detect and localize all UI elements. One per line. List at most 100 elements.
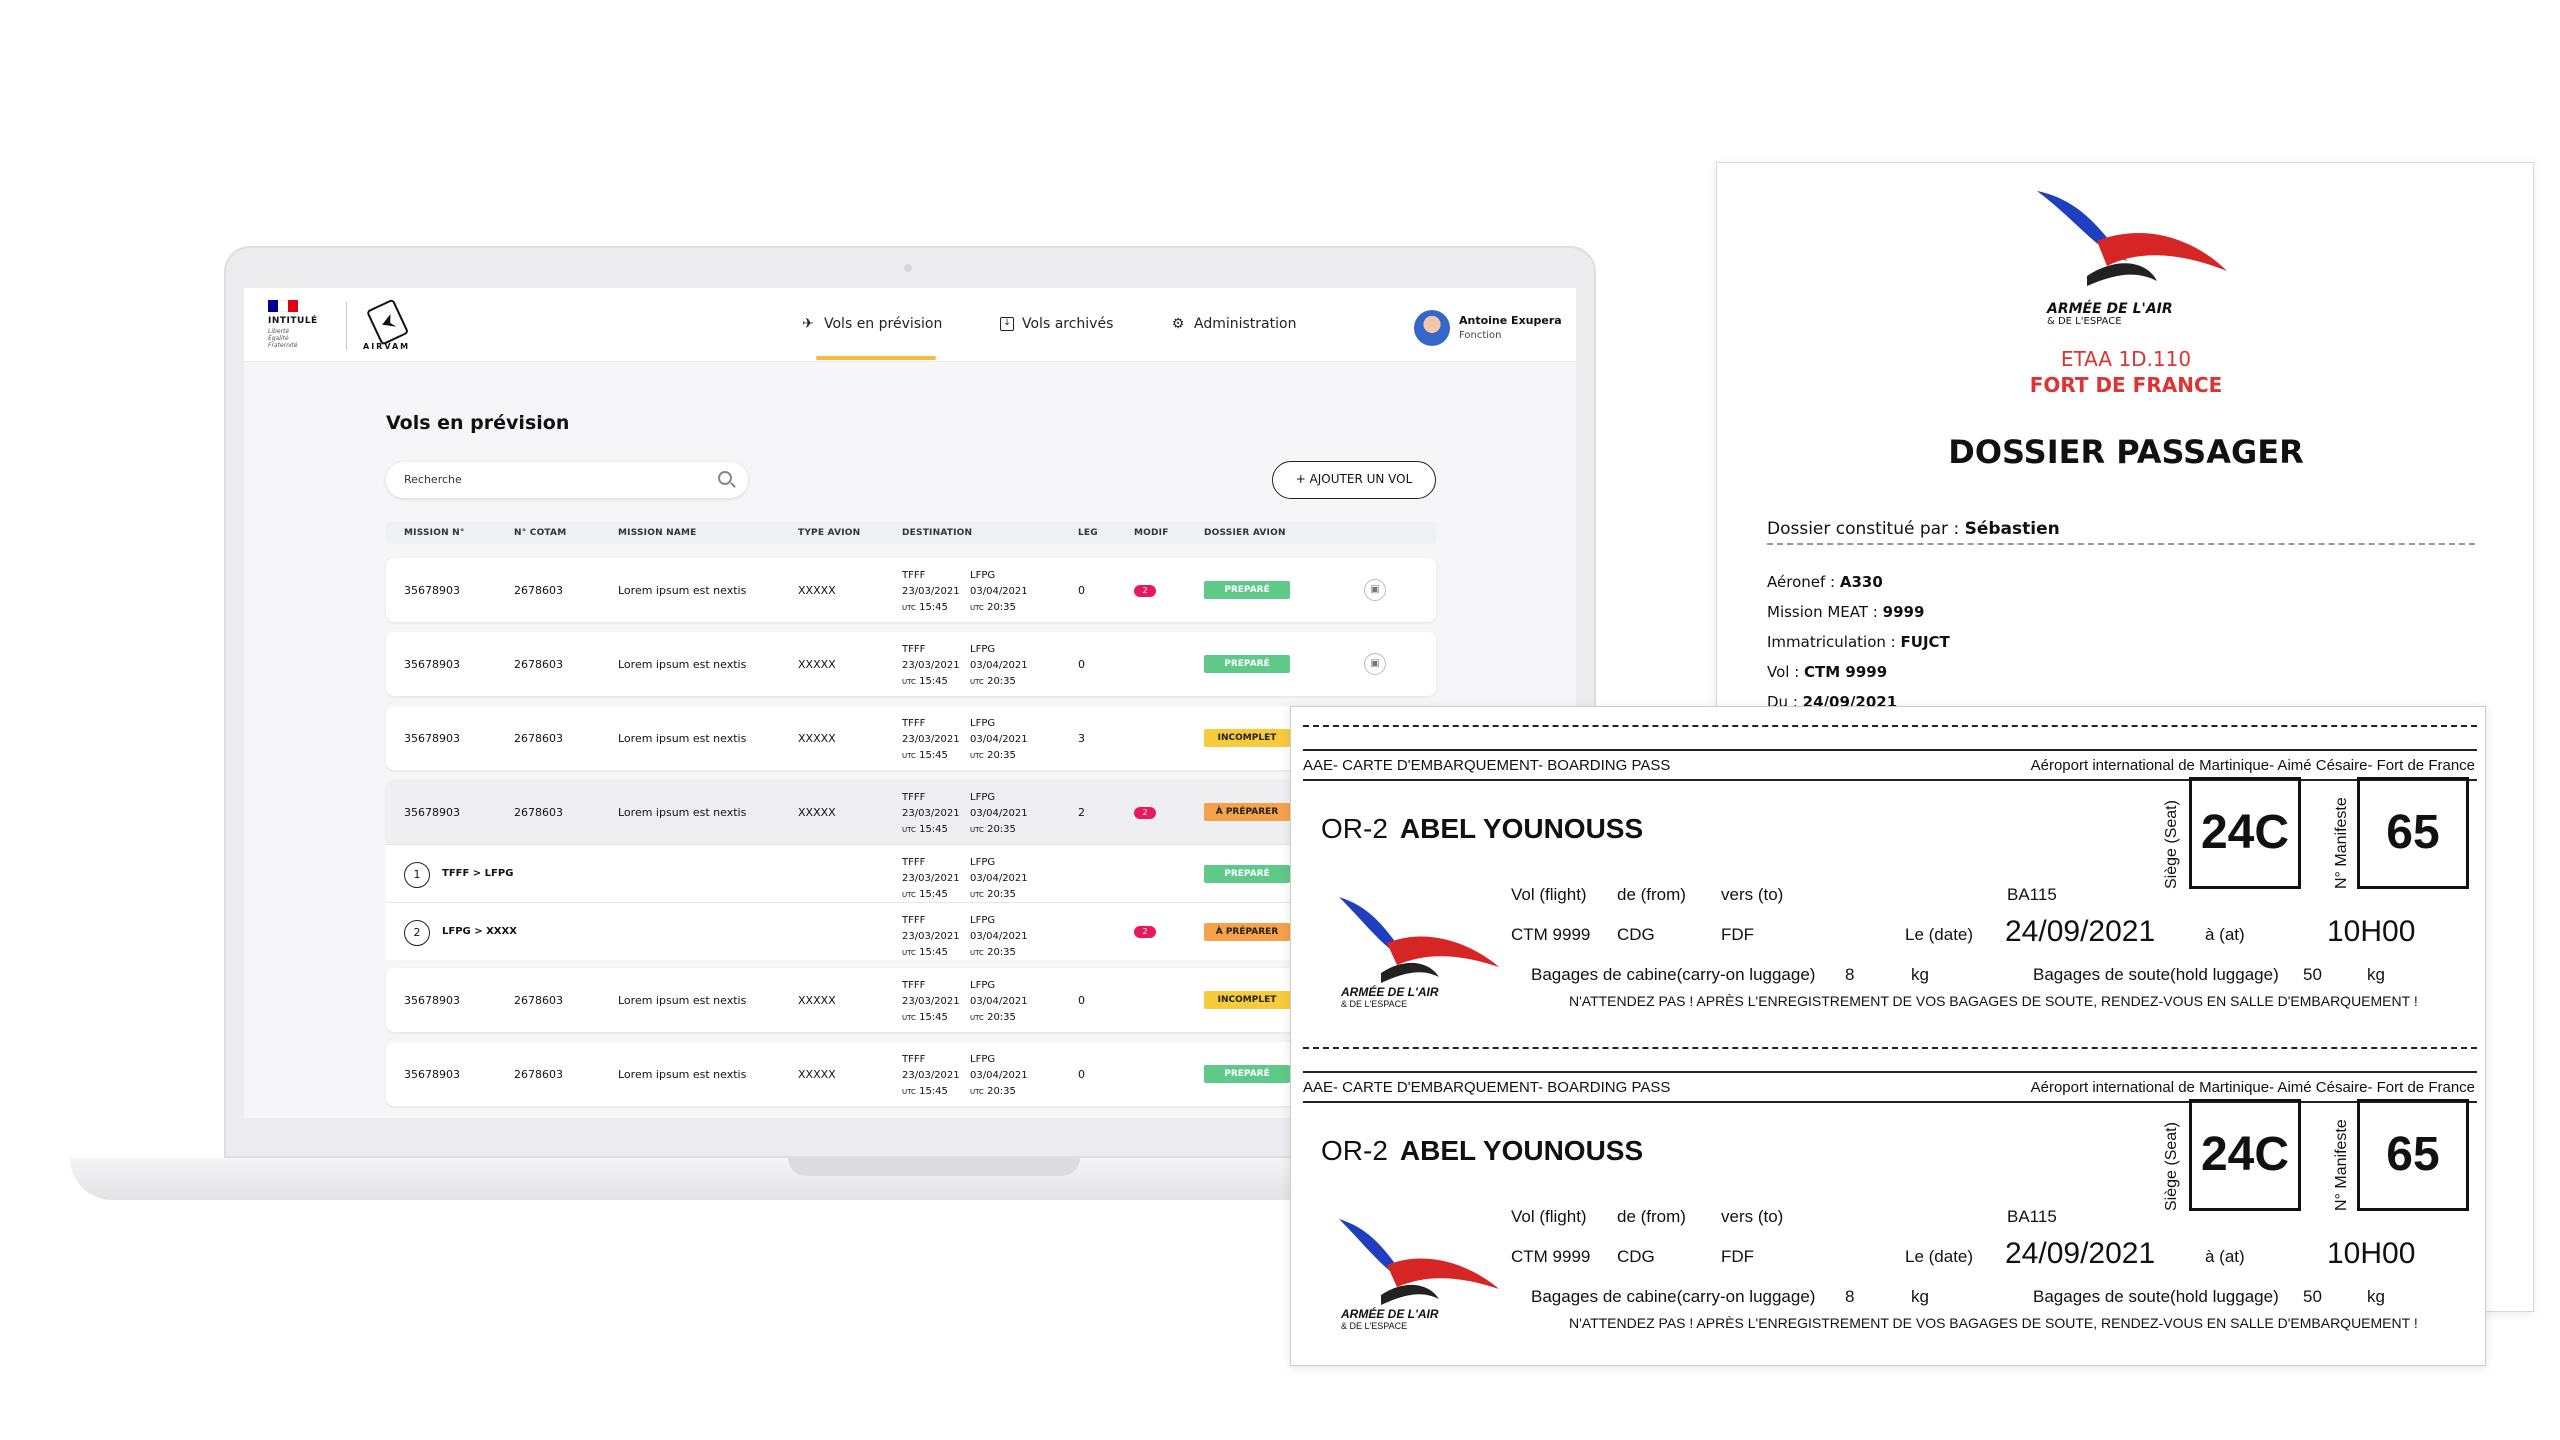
field-aeronef: Aéronef : A330 — [1767, 573, 1883, 591]
leg-route: LFPG > XXXX — [442, 926, 517, 937]
seat-box: 24C — [2189, 777, 2301, 889]
document-icon[interactable]: ▣ — [1364, 653, 1386, 675]
cotam-number: 2678603 — [514, 584, 563, 597]
type-avion: XXXXX — [798, 994, 836, 1007]
mission-number: 35678903 — [404, 584, 460, 597]
status-badge: PREPARÉ — [1204, 1065, 1290, 1083]
nav-administration[interactable]: ⚙ Administration — [1170, 316, 1297, 332]
ba-code: BA115 — [2007, 1207, 2057, 1226]
vol-label: Vol (flight) — [1511, 1207, 1587, 1226]
hold-unit: kg — [2367, 965, 2385, 984]
mission-name: Lorem ipsum est nextis — [618, 994, 747, 1007]
leg-row[interactable]: 1 TFFF > LFPG TFFF LFPG 23/03/2021 03/04… — [386, 844, 1436, 902]
col-mission-name[interactable]: MISSION NAME — [618, 528, 697, 538]
type-avion: XXXXX — [798, 732, 836, 745]
archive-icon: ↓ — [1000, 317, 1014, 331]
col-modif[interactable]: MODIF — [1134, 528, 1169, 538]
laptop-notch — [788, 1158, 1080, 1176]
col-mission[interactable]: MISSION N° — [404, 528, 465, 538]
hold-value: 50 — [2303, 1287, 2322, 1306]
search-input[interactable]: Recherche — [386, 462, 748, 498]
col-type-avion[interactable]: TYPE AVION — [798, 528, 860, 538]
status-badge: À PRÉPARER — [1204, 923, 1290, 941]
col-cotam[interactable]: N° COTAM — [514, 528, 566, 538]
french-flag-icon — [268, 300, 298, 312]
header-rule — [1303, 749, 2477, 751]
modif-badge[interactable]: 2 — [1134, 807, 1156, 819]
type-avion: XXXXX — [798, 584, 836, 597]
table-row[interactable]: 35678903 2678603 Lorem ipsum est nextis … — [386, 632, 1436, 696]
user-name: Antoine Exupera — [1459, 314, 1562, 327]
seat-label: Siège (Seat) — [2163, 1122, 2180, 1211]
modif-badge[interactable]: 2 — [1134, 926, 1156, 938]
boarding-pass: AAE- CARTE D'EMBARQUEMENT- BOARDING PASS… — [1291, 707, 2485, 1033]
document-icon[interactable]: ▣ — [1364, 579, 1386, 601]
table-row[interactable]: 35678903 2678603 Lorem ipsum est nextis … — [386, 706, 1436, 770]
table-row[interactable]: 35678903 2678603 Lorem ipsum est nextis … — [386, 968, 1436, 1032]
type-avion: XXXXX — [798, 658, 836, 671]
leg-row[interactable]: 2 LFPG > XXXX TFFF LFPG 23/03/2021 03/04… — [386, 902, 1436, 960]
mission-name: Lorem ipsum est nextis — [618, 806, 747, 819]
col-destination[interactable]: DESTINATION — [902, 528, 972, 538]
add-flight-button[interactable]: + AJOUTER UN VOL — [1272, 461, 1436, 499]
table-row[interactable]: 35678903 2678603 Lorem ipsum est nextis … — [386, 558, 1436, 622]
passenger-line: OR-2 ABEL YOUNOUSS — [1321, 813, 1644, 844]
status-badge: INCOMPLET — [1204, 991, 1290, 1009]
to-label: vers (to) — [1721, 1207, 1784, 1226]
leg-count: 2 — [1078, 806, 1085, 819]
base-name: FORT DE FRANCE — [2029, 373, 2223, 397]
hold-value: 50 — [2303, 965, 2322, 984]
flight-number: CTM 9999 — [1511, 1247, 1591, 1266]
at-label: à (at) — [2205, 1247, 2245, 1266]
leg-count: 3 — [1078, 732, 1085, 745]
type-avion: XXXXX — [798, 806, 836, 819]
mission-number: 35678903 — [404, 658, 460, 671]
airplane-icon: ✈ — [802, 316, 814, 332]
logo-line1: ARMÉE DE L'AIR — [1341, 1307, 1439, 1321]
table-row[interactable]: 35678903 2678603 Lorem ipsum est nextis … — [386, 780, 1436, 844]
cabin-value: 8 — [1845, 965, 1855, 984]
cotam-number: 2678603 — [514, 1068, 563, 1081]
cotam-number: 2678603 — [514, 806, 563, 819]
modif-badge[interactable]: 2 — [1134, 585, 1156, 597]
users-gear-icon: ⚙ — [1171, 316, 1185, 332]
status-badge: PREPARÉ — [1204, 581, 1290, 599]
leg-count: 0 — [1078, 584, 1085, 597]
to-label: vers (to) — [1721, 885, 1784, 904]
col-dossier-avion[interactable]: DOSSIER AVION — [1204, 528, 1286, 538]
vol-label: Vol (flight) — [1511, 885, 1587, 904]
mission-number: 35678903 — [404, 806, 460, 819]
seat-label: Siège (Seat) — [2163, 800, 2180, 889]
brand-name: AIRVAM — [363, 342, 411, 351]
manifest-label: N° Manifeste — [2333, 797, 2350, 889]
pass-header-left: AAE- CARTE D'EMBARQUEMENT- BOARDING PASS — [1303, 757, 1671, 774]
table-row[interactable]: 35678903 2678603 Lorem ipsum est nextis … — [386, 1042, 1436, 1106]
avatar[interactable] — [1414, 310, 1450, 346]
airvam-ticket-icon — [367, 299, 408, 345]
nav-vols-archives[interactable]: ↓ Vols archivés — [1000, 316, 1113, 332]
cabin-label: Bagages de cabine(carry-on luggage) — [1531, 965, 1816, 984]
search-icon[interactable] — [718, 471, 732, 485]
flight-number: CTM 9999 — [1511, 925, 1591, 944]
page-title: Vols en prévision — [386, 412, 570, 434]
field-vol: Vol : CTM 9999 — [1767, 663, 1888, 681]
document-title: DOSSIER PASSAGER — [1948, 433, 2304, 471]
cabin-label: Bagages de cabine(carry-on luggage) — [1531, 1287, 1816, 1306]
hold-unit: kg — [2367, 1287, 2385, 1306]
col-leg[interactable]: LEG — [1078, 528, 1098, 538]
flight-time: 10H00 — [2327, 915, 2416, 948]
mission-number: 35678903 — [404, 732, 460, 745]
hold-label: Bagages de soute(hold luggage) — [2033, 965, 2279, 984]
leg-count: 0 — [1078, 994, 1085, 1007]
boarding-passes-sheet: AAE- CARTE D'EMBARQUEMENT- BOARDING PASS… — [1290, 706, 2486, 1366]
to-code: FDF — [1721, 925, 1755, 944]
leg-number: 2 — [404, 920, 430, 946]
seat-box: 24C — [2189, 1099, 2301, 1211]
gov-logo: INTITULÉ Liberté Égalité Fraternité — [268, 300, 332, 354]
boarding-pass: AAE- CARTE D'EMBARQUEMENT- BOARDING PASS… — [1291, 1029, 2485, 1355]
armee-air-logo-icon — [2037, 191, 2227, 286]
at-label: à (at) — [2205, 925, 2245, 944]
mission-name: Lorem ipsum est nextis — [618, 584, 747, 597]
nav-vols-prevision[interactable]: ✈ Vols en prévision — [800, 316, 942, 332]
cotam-number: 2678603 — [514, 658, 563, 671]
